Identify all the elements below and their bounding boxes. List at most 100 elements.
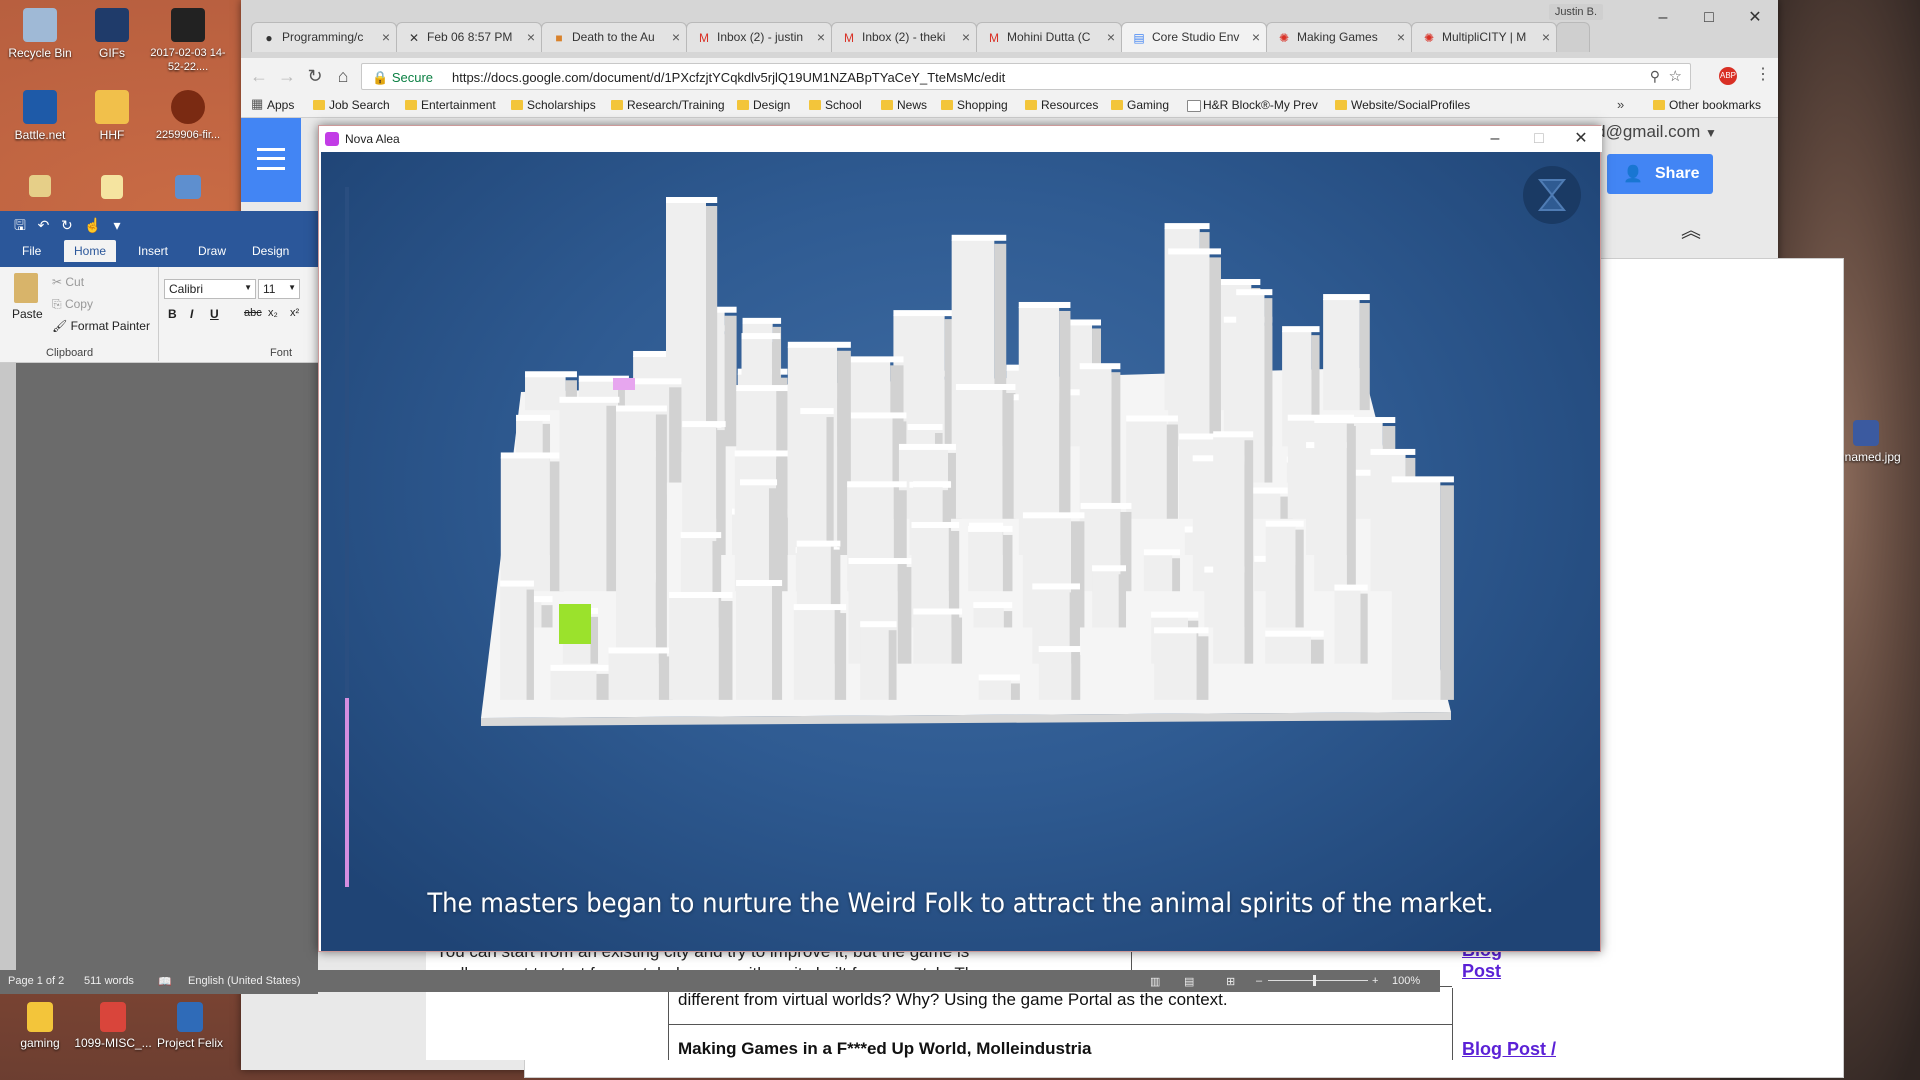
web-layout-icon[interactable]: ⊞ bbox=[1226, 975, 1235, 988]
bookmark-apps[interactable]: Apps bbox=[251, 96, 294, 112]
font-size-select[interactable]: 11 ▼ bbox=[258, 279, 300, 299]
bookmark-news[interactable]: News bbox=[881, 98, 927, 112]
italic-button[interactable]: I bbox=[190, 307, 193, 321]
highlighted-district[interactable] bbox=[559, 604, 591, 644]
tab-inbox-justin[interactable]: M Inbox (2) - justin × bbox=[686, 22, 832, 52]
desktop-icon-gifs[interactable]: GIFs bbox=[72, 8, 152, 60]
back-icon[interactable]: ← bbox=[249, 66, 269, 86]
zoom-in-icon[interactable]: + bbox=[1372, 975, 1378, 987]
docs-logo[interactable] bbox=[241, 118, 301, 202]
bookmark-shopping[interactable]: Shopping bbox=[941, 98, 1008, 112]
bookmark-school[interactable]: School bbox=[809, 98, 862, 112]
close-icon[interactable]: × bbox=[527, 29, 535, 45]
tab-feb06[interactable]: ✕ Feb 06 8:57 PM × bbox=[396, 22, 542, 52]
forward-icon[interactable]: → bbox=[277, 66, 297, 86]
close-window-icon[interactable]: ✕ bbox=[1732, 4, 1778, 32]
profile-badge[interactable]: Justin B. bbox=[1548, 4, 1603, 20]
bold-button[interactable]: B bbox=[168, 307, 177, 321]
share-button[interactable]: 👤 Share bbox=[1607, 154, 1713, 194]
print-layout-icon[interactable]: ▤ bbox=[1184, 975, 1194, 988]
tab-home[interactable]: Home bbox=[64, 240, 117, 262]
paste-icon[interactable] bbox=[14, 273, 38, 303]
minimize-icon[interactable]: – bbox=[1476, 129, 1514, 149]
cut-button[interactable]: ✂ Cut bbox=[52, 275, 84, 289]
tab-draw[interactable]: Draw bbox=[198, 244, 226, 258]
tab-insert[interactable]: Insert bbox=[138, 244, 168, 258]
star-icon[interactable]: ☆ bbox=[1669, 67, 1682, 85]
close-icon[interactable]: × bbox=[962, 29, 970, 45]
game-canvas[interactable]: The masters began to nurture the Weird F… bbox=[321, 152, 1600, 951]
desktop-icon-hhf[interactable]: HHF bbox=[72, 90, 152, 142]
touch-icon[interactable]: ☝ bbox=[84, 217, 101, 233]
bookmark-job-search[interactable]: Job Search bbox=[313, 98, 390, 112]
blog-post-link[interactable]: Blog Post / bbox=[1462, 1039, 1556, 1060]
desktop-icon-picture[interactable] bbox=[148, 175, 228, 203]
bookmark-resources[interactable]: Resources bbox=[1025, 98, 1098, 112]
tab-core-studio[interactable]: ▤ Core Studio Env × bbox=[1121, 22, 1267, 52]
underline-button[interactable]: U bbox=[210, 307, 219, 321]
zoom-icon[interactable]: ⚲ bbox=[1650, 68, 1660, 85]
proofing-icon[interactable]: 📖 bbox=[158, 975, 172, 988]
tab-mohini[interactable]: M Mohini Dutta (C × bbox=[976, 22, 1122, 52]
close-window-icon[interactable]: ✕ bbox=[1562, 129, 1600, 149]
bookmark-scholarships[interactable]: Scholarships bbox=[511, 98, 596, 112]
zoom-out-icon[interactable]: – bbox=[1256, 975, 1262, 987]
bookmark-research[interactable]: Research/Training bbox=[611, 98, 725, 112]
desktop-icon-recycle-bin[interactable]: Recycle Bin bbox=[0, 8, 80, 60]
desktop-icon-project-felix[interactable]: Project Felix bbox=[150, 1002, 230, 1050]
zoom-slider-thumb[interactable] bbox=[1313, 975, 1316, 986]
bookmark-website[interactable]: Website/SocialProfiles bbox=[1335, 98, 1470, 112]
close-icon[interactable]: × bbox=[1542, 29, 1550, 45]
bookmark-hr-block[interactable]: H&R Block®-My Prev bbox=[1187, 98, 1318, 112]
subscript-button[interactable]: x₂ bbox=[268, 307, 278, 319]
maximize-icon[interactable]: □ bbox=[1686, 4, 1732, 32]
desktop-icon-image[interactable]: 2259906-fir... bbox=[148, 90, 228, 142]
tab-programming[interactable]: ● Programming/c × bbox=[251, 22, 397, 52]
desktop-icon-battlenet[interactable]: Battle.net bbox=[0, 90, 80, 142]
copy-button[interactable]: ⎘ Copy bbox=[52, 297, 93, 312]
redo-icon[interactable]: ↻ bbox=[61, 217, 73, 233]
new-tab-button[interactable] bbox=[1556, 22, 1590, 52]
paste-button[interactable]: Paste bbox=[12, 307, 43, 321]
maximize-icon[interactable]: □ bbox=[1520, 129, 1558, 149]
bookmark-other[interactable]: Other bookmarks bbox=[1653, 98, 1761, 112]
bookmark-gaming[interactable]: Gaming bbox=[1111, 98, 1169, 112]
close-icon[interactable]: × bbox=[382, 29, 390, 45]
home-icon[interactable]: ⌂ bbox=[333, 66, 353, 86]
reload-icon[interactable]: ↻ bbox=[305, 66, 325, 86]
collapse-icon[interactable]: ︽ bbox=[1681, 214, 1701, 243]
superscript-button[interactable]: x² bbox=[290, 307, 299, 319]
omnibox[interactable]: 🔒 Secure https://docs.google.com/documen… bbox=[361, 63, 1691, 90]
desktop-icon-video[interactable]: 2017-02-03 14-52-22.... bbox=[148, 8, 228, 74]
tab-making-games[interactable]: ✺ Making Games × bbox=[1266, 22, 1412, 52]
undo-icon[interactable]: ↶ bbox=[38, 217, 50, 233]
desktop-icon-1099[interactable]: 1099-MISC_... bbox=[72, 1002, 154, 1050]
adblock-icon[interactable]: ABP bbox=[1719, 67, 1737, 85]
close-icon[interactable]: × bbox=[817, 29, 825, 45]
tab-death-to-au[interactable]: ■ Death to the Au × bbox=[541, 22, 687, 52]
close-icon[interactable]: × bbox=[672, 29, 680, 45]
save-icon[interactable]: 🖫 bbox=[14, 217, 26, 233]
format-painter-button[interactable]: 🖌 Format Painter bbox=[52, 319, 150, 333]
menu-icon[interactable]: ⋮ bbox=[1755, 64, 1771, 84]
read-mode-icon[interactable]: ▥ bbox=[1150, 975, 1160, 988]
bookmark-design[interactable]: Design bbox=[737, 98, 790, 112]
tab-file[interactable]: File bbox=[22, 244, 41, 258]
desktop-icon-gaming[interactable]: gaming bbox=[0, 1002, 80, 1050]
font-name-select[interactable]: Calibri ▼ bbox=[164, 279, 256, 299]
tab-inbox-theki[interactable]: M Inbox (2) - theki × bbox=[831, 22, 977, 52]
close-icon[interactable]: × bbox=[1397, 29, 1405, 45]
url-text[interactable]: https://docs.google.com/document/d/1PXcf… bbox=[452, 70, 1005, 85]
desktop-icon-folder[interactable] bbox=[72, 175, 152, 203]
tab-design[interactable]: Design bbox=[252, 244, 289, 258]
tab-multiplicity[interactable]: ✺ MultipliCITY | M × bbox=[1411, 22, 1557, 52]
close-icon[interactable]: × bbox=[1252, 29, 1260, 45]
strikethrough-button[interactable]: abc bbox=[244, 307, 262, 319]
customize-icon[interactable]: ▾ bbox=[114, 217, 121, 233]
bookmark-entertainment[interactable]: Entertainment bbox=[405, 98, 496, 112]
desktop-icon-d[interactable] bbox=[0, 175, 80, 201]
hourglass-button[interactable] bbox=[1523, 166, 1581, 224]
close-icon[interactable]: × bbox=[1107, 29, 1115, 45]
zoom-slider[interactable] bbox=[1268, 980, 1368, 981]
minimize-icon[interactable]: – bbox=[1640, 4, 1686, 32]
